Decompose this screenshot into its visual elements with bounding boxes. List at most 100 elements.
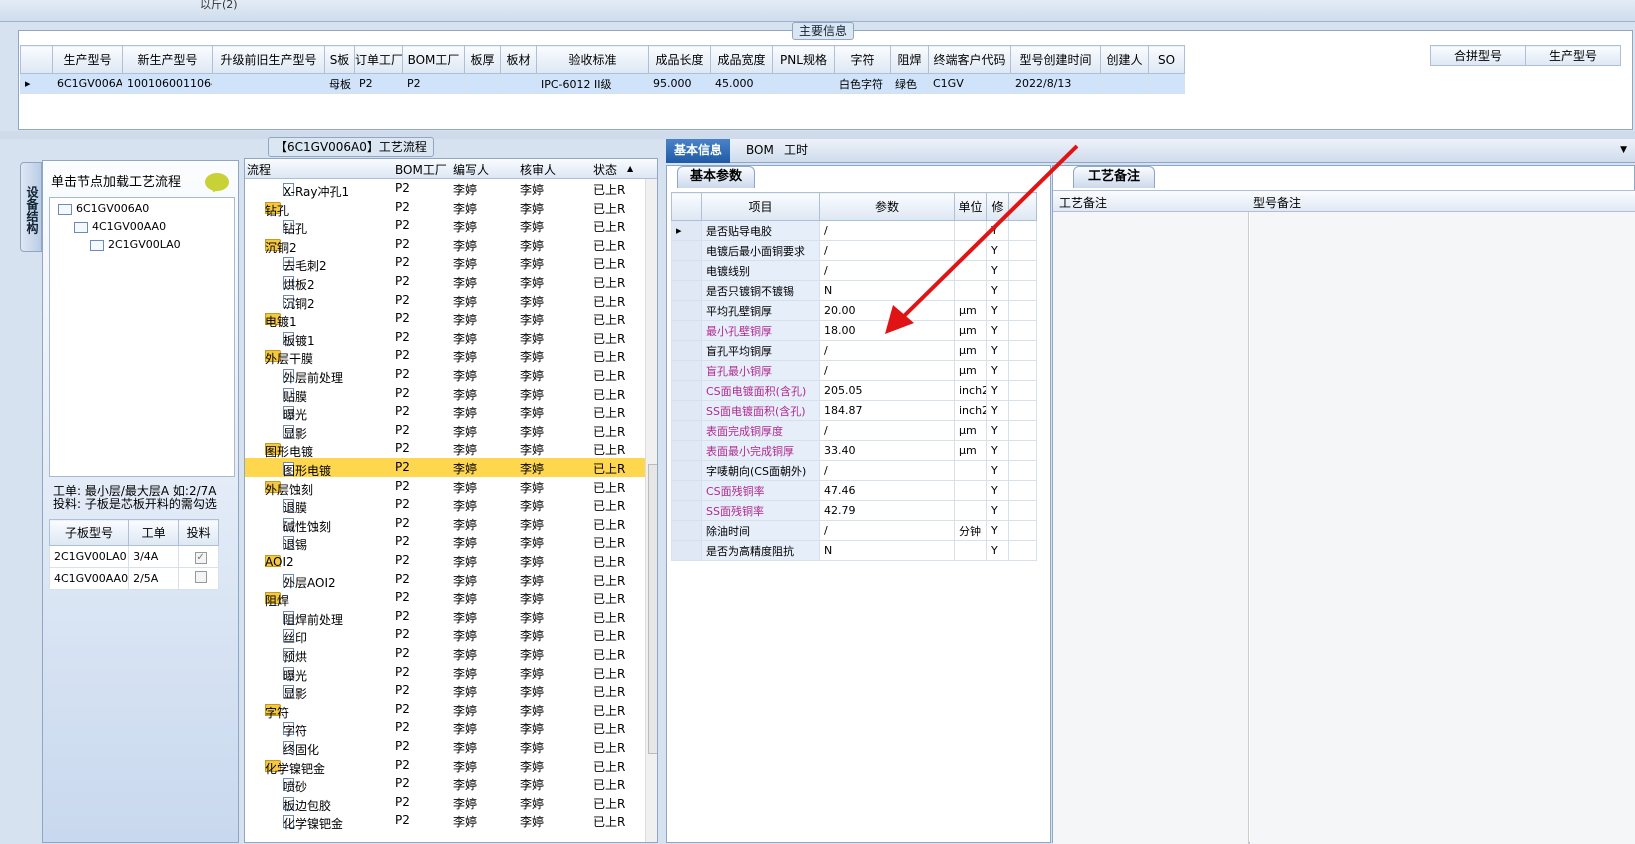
table-row[interactable]: 显影 P2 李婷 李婷 已上R xyxy=(245,681,645,701)
feed-checkbox[interactable]: ✓ xyxy=(194,551,207,564)
basic-param-cell[interactable]: / xyxy=(819,240,955,261)
main-cell[interactable] xyxy=(464,73,501,94)
table-row[interactable]: 表面完成铜厚度 / μm Y xyxy=(671,420,1037,441)
table-row[interactable]: 板镀1 P2 李婷 李婷 已上R xyxy=(245,328,645,348)
main-cell[interactable]: IPC-6012 II级 xyxy=(536,73,649,94)
table-row[interactable]: 钻孔 P2 李婷 李婷 已上R xyxy=(245,216,645,236)
basic-param-cell[interactable]: N xyxy=(819,280,955,301)
sub-order-cell[interactable]: 2/5A xyxy=(128,567,180,590)
main-cell[interactable]: 2022/8/13 xyxy=(1010,73,1101,94)
tree-node[interactable]: 4C1GV00AA0 xyxy=(74,220,166,233)
table-row[interactable]: 2C1GV00LA0 3/4A ✓ xyxy=(48,545,220,568)
main-col-header[interactable]: 升级前旧生产型号 xyxy=(212,45,325,74)
basic-col-header[interactable]: 参数 xyxy=(819,192,955,221)
basic-param-cell[interactable]: / xyxy=(819,520,955,541)
sub-col-header[interactable]: 工单 xyxy=(128,519,180,546)
table-row[interactable]: CS面残铜率 47.46 Y xyxy=(671,480,1037,501)
table-row[interactable]: 预烘 P2 李婷 李婷 已上R xyxy=(245,644,645,664)
basic-param-cell[interactable]: 33.40 xyxy=(819,440,955,461)
right-col-header[interactable]: 生产型号 xyxy=(1525,45,1621,66)
table-row[interactable]: 贴膜 P2 李婷 李婷 已上R xyxy=(245,384,645,404)
table-row[interactable]: −外层蚀刻P2李婷李婷已上R xyxy=(245,477,645,497)
table-row[interactable]: 外层AOI2 P2 李婷 李婷 已上R xyxy=(245,570,645,590)
basic-param-cell[interactable]: N xyxy=(819,540,955,561)
table-row[interactable]: 喷砂 P2 李婷 李婷 已上R xyxy=(245,774,645,794)
main-col-header[interactable]: 成品宽度 xyxy=(710,45,773,74)
basic-param-cell[interactable]: 42.79 xyxy=(819,500,955,521)
flow-col-header[interactable]: 状态 xyxy=(593,161,617,178)
flow-col-header[interactable]: 核审人 xyxy=(520,161,556,178)
table-row[interactable]: 表面最小完成铜厚 33.40 μm Y xyxy=(671,440,1037,461)
main-cell[interactable]: 母板 xyxy=(324,73,355,94)
main-col-header[interactable]: PNL规格 xyxy=(772,45,835,74)
table-row[interactable]: 图形电镀 P2 李婷 李婷 已上R xyxy=(245,458,645,478)
main-col-header[interactable]: BOM工厂 xyxy=(402,45,465,74)
main-cell[interactable]: C1GV xyxy=(928,73,1011,94)
table-row[interactable]: 字符 P2 李婷 李婷 已上R xyxy=(245,718,645,738)
main-cell[interactable] xyxy=(1148,73,1185,94)
main-col-header[interactable]: 字符 xyxy=(834,45,891,74)
main-cell[interactable]: 6C1GV006A0 xyxy=(52,73,123,94)
table-row[interactable]: ▸ 是否贴导电胶 / Y xyxy=(671,220,1037,241)
table-row[interactable]: 板边包胶 P2 李婷 李婷 已上R xyxy=(245,793,645,813)
flow-col-header[interactable]: 编写人 xyxy=(453,161,489,178)
combined-model-grid[interactable]: 合拼型号 生产型号 xyxy=(1430,45,1621,66)
table-row[interactable]: 曝光 P2 李婷 李婷 已上R xyxy=(245,663,645,683)
main-col-header[interactable]: 板厚 xyxy=(464,45,501,74)
model-remark-area[interactable] xyxy=(1250,212,1635,844)
basic-param-cell[interactable]: / xyxy=(819,260,955,281)
sub-col-header[interactable]: 投料 xyxy=(178,519,220,546)
table-row[interactable]: 曝光 P2 李婷 李婷 已上R xyxy=(245,402,645,422)
basic-param-cell[interactable]: / xyxy=(819,420,955,441)
basic-param-cell[interactable]: 47.46 xyxy=(819,480,955,501)
table-row[interactable]: 沉铜2 P2 李婷 李婷 已上R xyxy=(245,291,645,311)
tree-node[interactable]: 2C1GV00LA0 xyxy=(90,238,181,251)
table-row[interactable]: 是否只镀铜不镀锡 N Y xyxy=(671,280,1037,301)
table-row[interactable]: 显影 P2 李婷 李婷 已上R xyxy=(245,421,645,441)
table-row[interactable]: X-Ray冲孔1 P2 李婷 李婷 已上R xyxy=(245,179,645,199)
main-cell[interactable]: 95.000 xyxy=(648,73,711,94)
main-cell[interactable] xyxy=(772,73,835,94)
sub-feed-cell[interactable]: ✓ xyxy=(178,545,220,568)
table-row[interactable]: 电镀后最小面铜要求 / Y xyxy=(671,240,1037,261)
basic-param-cell[interactable]: / xyxy=(819,340,955,361)
table-row[interactable]: 去毛刺2 P2 李婷 李婷 已上R xyxy=(245,253,645,273)
basic-param-cell[interactable]: / xyxy=(819,220,955,241)
table-row[interactable]: 终固化 P2 李婷 李婷 已上R xyxy=(245,737,645,757)
main-cell[interactable]: P2 xyxy=(354,73,403,94)
tree-node[interactable]: 6C1GV006A0 xyxy=(58,202,149,215)
basic-col-header[interactable]: 修 xyxy=(986,192,1009,221)
table-row[interactable]: 化学镍钯金 P2 李婷 李婷 已上R xyxy=(245,811,645,831)
table-row[interactable]: SS面残铜率 42.79 Y xyxy=(671,500,1037,521)
tab-0[interactable]: 基本信息 xyxy=(666,139,731,163)
table-row[interactable]: CS面电镀面积(含孔) 205.05 inch2 Y xyxy=(671,380,1037,401)
main-cell[interactable]: 10010600110643 xyxy=(122,73,213,94)
table-row[interactable]: 电镀线别 / Y xyxy=(671,260,1037,281)
basic-param-cell[interactable]: 205.05 xyxy=(819,380,955,401)
main-info-grid[interactable]: 生产型号 新生产型号 升级前旧生产型号 S板 订单工厂 BOM工厂 板厚 板材 验收标准 成品长度… xyxy=(20,45,1185,94)
main-col-header[interactable]: 成品长度 xyxy=(648,45,711,74)
scroll-thumb[interactable] xyxy=(648,464,657,754)
sub-col-header[interactable]: 子板型号 xyxy=(48,519,130,546)
main-col-header[interactable]: 阻焊 xyxy=(890,45,929,74)
vertical-tab-structure[interactable]: 设备结构 xyxy=(20,162,42,252)
table-row[interactable]: ▸6C1GV006A010010600110643母板P2P2IPC-6012 … xyxy=(20,73,1185,94)
basic-param-cell[interactable]: 184.87 xyxy=(819,400,955,421)
table-row[interactable]: 除油时间 / 分钟 Y xyxy=(671,520,1037,541)
table-row[interactable]: 退膜 P2 李婷 李婷 已上R xyxy=(245,495,645,515)
table-row[interactable]: 烘板2 P2 李婷 李婷 已上R xyxy=(245,272,645,292)
main-cell[interactable]: P2 xyxy=(402,73,465,94)
main-col-header[interactable]: 新生产型号 xyxy=(122,45,213,74)
table-row[interactable]: −图形电镀P2李婷李婷已上R xyxy=(245,439,645,459)
main-col-header[interactable]: 生产型号 xyxy=(52,45,123,74)
splitter[interactable] xyxy=(0,131,1635,139)
table-row[interactable]: −阻焊P2李婷李婷已上R xyxy=(245,588,645,608)
tab-process-remarks[interactable]: 工艺备注 xyxy=(1073,166,1156,188)
main-cell[interactable]: 绿色 xyxy=(890,73,929,94)
basic-param-cell[interactable]: / xyxy=(819,360,955,381)
main-col-header[interactable]: 创建人 xyxy=(1100,45,1149,74)
table-row[interactable]: 盲孔最小铜厚 / μm Y xyxy=(671,360,1037,381)
main-cell[interactable]: 白色字符 xyxy=(834,73,891,94)
main-col-header[interactable]: SO xyxy=(1148,45,1185,74)
flow-col-header[interactable]: BOM工厂 xyxy=(395,161,447,178)
